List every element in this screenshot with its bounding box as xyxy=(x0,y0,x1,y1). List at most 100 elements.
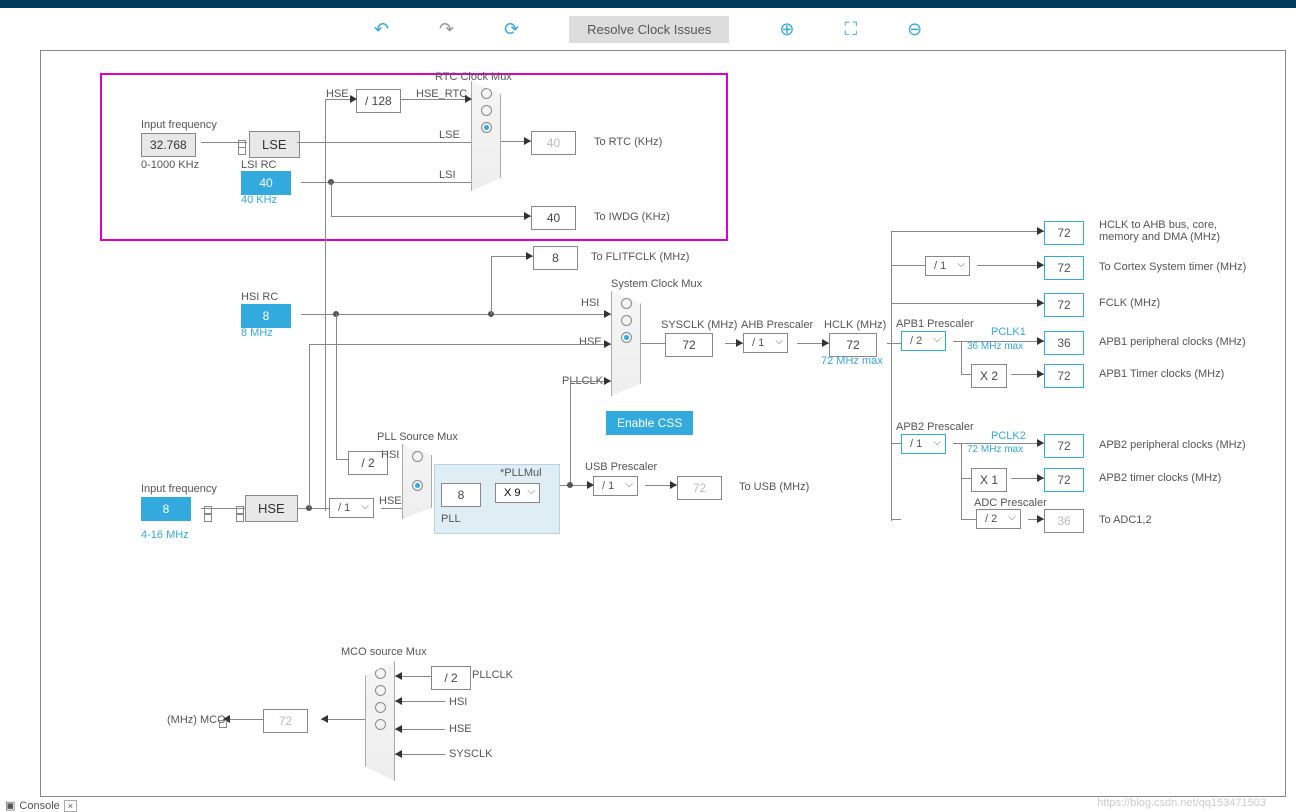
mco-div2[interactable]: / 2 xyxy=(431,666,471,690)
hse-freq-label: Input frequency xyxy=(141,483,217,495)
pll-block: *PLLMul 8 X 9 PLL xyxy=(434,464,560,534)
pllmul-label: *PLLMul xyxy=(500,467,542,479)
apb2-max: 72 MHz max xyxy=(967,444,1023,455)
usb-title: USB Prescaler xyxy=(585,461,657,473)
iwdg-out: 40 xyxy=(531,206,576,230)
console-icon: ▣ xyxy=(5,799,15,812)
sysmux-hse: HSE xyxy=(579,336,602,348)
apb1-timer-label: APB1 Timer clocks (MHz) xyxy=(1099,368,1224,380)
usb-label: To USB (MHz) xyxy=(739,481,809,493)
lsi-rc-label: LSI RC xyxy=(241,159,276,171)
flitf-val: 8 xyxy=(533,246,578,270)
adc-select[interactable]: / 2 xyxy=(976,509,1021,529)
close-icon[interactable]: × xyxy=(64,800,77,812)
hse-presc-select[interactable]: / 1 xyxy=(329,498,374,518)
mco-title: MCO source Mux xyxy=(341,646,427,658)
iwdg-label: To IWDG (KHz) xyxy=(594,211,670,223)
fit-icon[interactable]: ⛶ xyxy=(844,19,857,40)
clock-diagram[interactable]: RTC Clock Mux Input frequency 32.768 0-1… xyxy=(40,50,1286,797)
pclk2-label: PCLK2 xyxy=(991,430,1026,442)
rtc-out-label: To RTC (KHz) xyxy=(594,136,662,148)
mco-mux[interactable] xyxy=(365,661,395,781)
zoom-in-icon[interactable]: ⊕ xyxy=(779,19,794,40)
pll-hse: HSE xyxy=(379,495,402,507)
hclk-label: HCLK (MHz) xyxy=(824,319,886,331)
lsi-unit: 40 KHz xyxy=(241,194,277,206)
hsi-rc-label: HSI RC xyxy=(241,291,278,303)
lse-block[interactable]: LSE xyxy=(249,131,300,158)
ahb-label: AHB Prescaler xyxy=(741,319,813,331)
rtc-mux-title: RTC Clock Mux xyxy=(435,71,512,83)
mco-pllclk: PLLCLK xyxy=(472,669,513,681)
hse-range: 4-16 MHz xyxy=(141,529,189,541)
apb2-x1: X 1 xyxy=(971,468,1007,492)
sysclk-label: SYSCLK (MHz) xyxy=(661,319,737,331)
refresh-icon[interactable]: ⟳ xyxy=(504,19,519,40)
apb1-title: APB1 Prescaler xyxy=(896,318,974,330)
apb1-select[interactable]: / 2 xyxy=(901,331,946,351)
sysclk-val: 72 xyxy=(665,333,713,357)
rtc-out: 40 xyxy=(531,131,576,155)
mco-out-label: (MHz) MCO xyxy=(167,714,226,726)
pll-val[interactable]: 8 xyxy=(441,483,481,507)
undo-icon[interactable]: ↶ xyxy=(374,19,389,40)
hse-block[interactable]: HSE xyxy=(245,495,298,522)
hse-freq-input[interactable]: 8 xyxy=(141,497,191,521)
hsi-unit: 8 MHz xyxy=(241,327,273,339)
apb1-periph-label: APB1 peripheral clocks (MHz) xyxy=(1099,336,1246,348)
pllmul-select[interactable]: X 9 xyxy=(495,483,540,503)
fclk-label: FCLK (MHz) xyxy=(1099,297,1160,309)
cortex-select[interactable]: / 1 xyxy=(925,256,970,276)
hclk-val: 72 xyxy=(829,333,877,357)
sysmux-hsi: HSI xyxy=(581,297,599,309)
apb2-timer-label: APB2 timer clocks (MHz) xyxy=(1099,472,1221,484)
cortex-val: 72 xyxy=(1044,256,1084,280)
adc-val: 36 xyxy=(1044,509,1084,533)
zoom-out-icon[interactable]: ⊖ xyxy=(907,19,922,40)
lsi-val[interactable]: 40 xyxy=(241,171,291,195)
redo-icon[interactable]: ↷ xyxy=(439,19,454,40)
resolve-button[interactable]: Resolve Clock Issues xyxy=(569,16,729,43)
rtc-mux[interactable] xyxy=(471,81,501,191)
adc-title: ADC Prescaler xyxy=(974,497,1047,509)
pll-hsi: HSI xyxy=(381,449,399,461)
sys-mux[interactable] xyxy=(611,291,641,396)
apb2-periph-val: 72 xyxy=(1044,434,1084,458)
usb-val: 72 xyxy=(677,476,722,500)
apb1-max: 36 MHz max xyxy=(967,341,1023,352)
apb2-title: APB2 Prescaler xyxy=(896,421,974,433)
apb2-periph-label: APB2 peripheral clocks (MHz) xyxy=(1099,439,1246,451)
apb1-periph-val: 36 xyxy=(1044,331,1084,355)
usb-select[interactable]: / 1 xyxy=(593,476,638,496)
hclk-ahb-label: HCLK to AHB bus, core, memory and DMA (M… xyxy=(1099,219,1259,243)
console-label: Console xyxy=(19,800,59,812)
hclk-ahb-val: 72 xyxy=(1044,221,1084,245)
ahb-select[interactable]: / 1 xyxy=(743,333,788,353)
fclk-val: 72 xyxy=(1044,293,1084,317)
apb1-x2: X 2 xyxy=(971,364,1007,388)
mco-hse: HSE xyxy=(449,723,472,735)
lse-range: 0-1000 KHz xyxy=(141,159,199,171)
pll-src-mux[interactable] xyxy=(402,444,432,519)
lse-freq-input[interactable]: 32.768 xyxy=(141,133,196,157)
cortex-label: To Cortex System timer (MHz) xyxy=(1099,261,1246,273)
hsi-val[interactable]: 8 xyxy=(241,304,291,328)
sysmux-title: System Clock Mux xyxy=(611,278,702,290)
lse-freq-label: Input frequency xyxy=(141,119,217,131)
enable-css-button[interactable]: Enable CSS xyxy=(606,411,693,435)
apb2-select[interactable]: / 1 xyxy=(901,434,946,454)
pll-src-title: PLL Source Mux xyxy=(377,431,458,443)
rtc-lse-label: LSE xyxy=(439,129,460,141)
mco-sysclk: SYSCLK xyxy=(449,748,492,760)
console-tab[interactable]: ▣ Console × xyxy=(5,799,77,812)
ahb-max: 72 MHz max xyxy=(821,355,883,367)
div128[interactable]: / 128 xyxy=(356,89,401,113)
apb2-timer-val: 72 xyxy=(1044,468,1084,492)
watermark: https://blog.csdn.net/qq153471503 xyxy=(1097,797,1266,809)
mco-val: 72 xyxy=(263,709,308,733)
mco-hsi: HSI xyxy=(449,696,467,708)
pll-label: PLL xyxy=(441,513,461,525)
apb1-timer-val: 72 xyxy=(1044,364,1084,388)
adc-label: To ADC1,2 xyxy=(1099,514,1152,526)
flitf-label: To FLITFCLK (MHz) xyxy=(591,251,689,263)
